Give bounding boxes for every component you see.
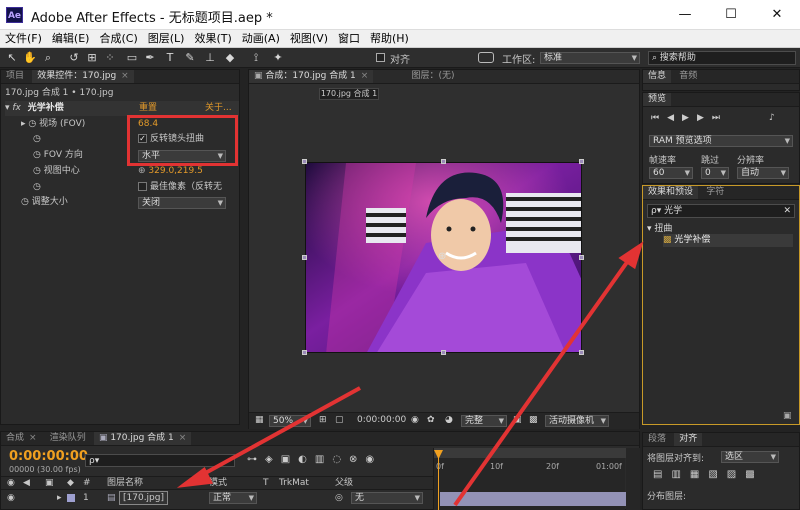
annotation-line	[199, 386, 361, 478]
annotation-line	[453, 256, 632, 507]
arrowhead-icon	[176, 466, 214, 488]
annotation-arrows	[176, 241, 644, 507]
